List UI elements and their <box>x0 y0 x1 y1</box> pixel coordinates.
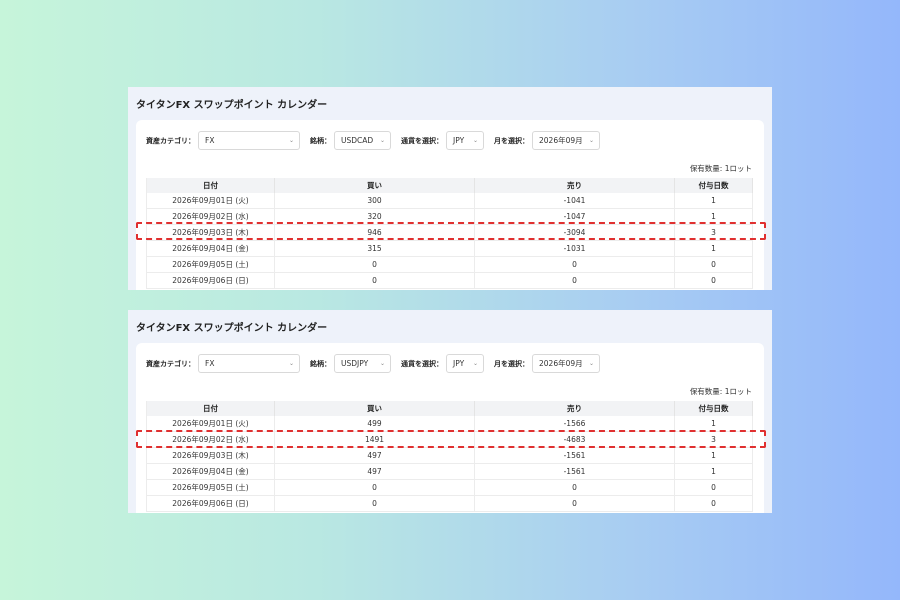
chevron-down-icon: ⌄ <box>472 360 478 367</box>
chevron-down-icon: ⌄ <box>288 360 294 367</box>
panel-title: タイタンFX スワップポイント カレンダー <box>136 323 328 334</box>
date-cell: 2026年09月01日 (火) <box>146 193 275 209</box>
table-header-row: 日付 買い 売り 付与日数 <box>146 401 753 416</box>
currency-label: 通貨を選択： <box>401 359 443 368</box>
currency-select[interactable]: JPY ⌄ <box>446 131 484 150</box>
sell-cell: -1031 <box>474 240 675 257</box>
month-select[interactable]: 2026年09月 ⌄ <box>532 354 600 373</box>
table-row: 2026年09月05日 (土) 0 0 0 <box>146 479 753 496</box>
days-cell: 1 <box>674 447 753 464</box>
sell-cell: 0 <box>474 495 675 512</box>
date-cell: 2026年09月05日 (土) <box>146 479 275 496</box>
header-days: 付与日数 <box>674 178 753 193</box>
table-header-row: 日付 買い 売り 付与日数 <box>146 178 753 193</box>
days-cell: 0 <box>674 495 753 512</box>
buy-cell: 0 <box>274 256 475 273</box>
month-label: 月を選択： <box>494 136 529 145</box>
chevron-down-icon: ⌄ <box>588 360 594 367</box>
days-cell: 1 <box>674 240 753 257</box>
table-row: 2026年09月04日 (金) 315 -1031 1 <box>146 240 753 257</box>
days-cell: 0 <box>674 272 753 289</box>
asset-category-select[interactable]: FX ⌄ <box>198 354 300 373</box>
buy-cell: 300 <box>274 193 475 209</box>
panel-title: タイタンFX スワップポイント カレンダー <box>136 100 328 111</box>
sell-cell: 0 <box>474 479 675 496</box>
buy-cell: 315 <box>274 240 475 257</box>
swap-calendar-panel-usdjpy: タイタンFX スワップポイント カレンダー 資産カテゴリ： FX ⌄ 銘柄： US… <box>128 310 772 513</box>
swap-table: 日付 買い 売り 付与日数 2026年09月01日 (火) 499 -1566 1 2… <box>146 401 753 512</box>
table-row: 2026年09月06日 (日) 0 0 0 <box>146 495 753 512</box>
header-sell: 売り <box>474 178 675 193</box>
days-cell: 0 <box>674 479 753 496</box>
buy-cell: 0 <box>274 272 475 289</box>
date-cell: 2026年09月03日 (木) <box>146 447 275 464</box>
asset-category-select[interactable]: FX ⌄ <box>198 131 300 150</box>
header-days: 付与日数 <box>674 401 753 416</box>
sell-cell: -1561 <box>474 447 675 464</box>
table-row: 2026年09月04日 (金) 497 -1561 1 <box>146 463 753 480</box>
days-cell: 1 <box>674 463 753 480</box>
filter-bar: 資産カテゴリ： FX ⌄ 銘柄： USDCAD ⌄ 通貨を選択： JPY ⌄ 月を選択… <box>146 130 610 151</box>
asset-category-label: 資産カテゴリ： <box>146 136 195 145</box>
holding-quantity: 保有数量: 1ロット <box>689 387 752 396</box>
sell-cell: -1561 <box>474 463 675 480</box>
chevron-down-icon: ⌄ <box>379 137 385 144</box>
buy-cell: 497 <box>274 447 475 464</box>
table-row: 2026年09月01日 (火) 300 -1041 1 <box>146 193 753 209</box>
chevron-down-icon: ⌄ <box>588 137 594 144</box>
calendar-card: 資産カテゴリ： FX ⌄ 銘柄： USDCAD ⌄ 通貨を選択： JPY ⌄ 月を選択… <box>136 120 764 290</box>
filter-bar: 資産カテゴリ： FX ⌄ 銘柄： USDJPY ⌄ 通貨を選択： JPY ⌄ 月を選択… <box>146 353 610 374</box>
days-cell: 1 <box>674 193 753 209</box>
date-cell: 2026年09月04日 (金) <box>146 240 275 257</box>
calendar-card: 資産カテゴリ： FX ⌄ 銘柄： USDJPY ⌄ 通貨を選択： JPY ⌄ 月を選択… <box>136 343 764 513</box>
asset-category-label: 資産カテゴリ： <box>146 359 195 368</box>
header-sell: 売り <box>474 401 675 416</box>
buy-cell: 0 <box>274 495 475 512</box>
date-cell: 2026年09月06日 (日) <box>146 272 275 289</box>
table-row: 2026年09月05日 (土) 0 0 0 <box>146 256 753 273</box>
currency-label: 通貨を選択： <box>401 136 443 145</box>
chevron-down-icon: ⌄ <box>288 137 294 144</box>
days-cell: 0 <box>674 256 753 273</box>
chevron-down-icon: ⌄ <box>379 360 385 367</box>
chevron-down-icon: ⌄ <box>472 137 478 144</box>
date-cell: 2026年09月06日 (日) <box>146 495 275 512</box>
symbol-label: 銘柄： <box>310 136 331 145</box>
holding-quantity: 保有数量: 1ロット <box>689 164 752 173</box>
highlight-box-usdcad-row <box>136 222 766 240</box>
highlight-box-usdjpy-row <box>136 430 766 448</box>
month-select[interactable]: 2026年09月 ⌄ <box>532 131 600 150</box>
symbol-label: 銘柄： <box>310 359 331 368</box>
buy-cell: 497 <box>274 463 475 480</box>
date-cell: 2026年09月05日 (土) <box>146 256 275 273</box>
symbol-select[interactable]: USDJPY ⌄ <box>334 354 391 373</box>
sell-cell: -1041 <box>474 193 675 209</box>
sell-cell: 0 <box>474 256 675 273</box>
currency-select[interactable]: JPY ⌄ <box>446 354 484 373</box>
header-date: 日付 <box>146 401 275 416</box>
buy-cell: 0 <box>274 479 475 496</box>
header-date: 日付 <box>146 178 275 193</box>
date-cell: 2026年09月04日 (金) <box>146 463 275 480</box>
symbol-select[interactable]: USDCAD ⌄ <box>334 131 391 150</box>
table-row: 2026年09月06日 (日) 0 0 0 <box>146 272 753 289</box>
table-row: 2026年09月03日 (木) 497 -1561 1 <box>146 447 753 464</box>
swap-calendar-panel-usdcad: タイタンFX スワップポイント カレンダー 資産カテゴリ： FX ⌄ 銘柄： US… <box>128 87 772 290</box>
header-buy: 買い <box>274 401 475 416</box>
header-buy: 買い <box>274 178 475 193</box>
sell-cell: 0 <box>474 272 675 289</box>
month-label: 月を選択： <box>494 359 529 368</box>
